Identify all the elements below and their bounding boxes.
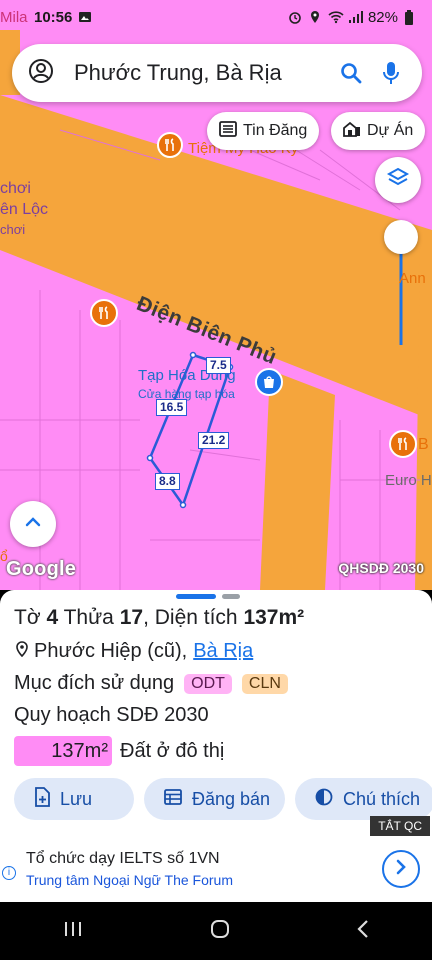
pin-icon [16,640,28,663]
map-label-left-1: chơi [0,180,31,197]
location-icon [308,10,322,24]
area-label: , Diện tích [143,606,238,629]
restaurant-pin-icon[interactable] [157,132,183,158]
account-icon[interactable] [28,58,54,89]
recent-apps-icon[interactable] [62,919,84,944]
back-icon[interactable] [356,918,370,945]
purpose-badge-cln: CLN [241,673,288,694]
listings-chip[interactable]: Tin Đăng [207,112,320,150]
dimension-top: 7.5 [206,357,231,374]
building-icon [343,121,361,142]
parcel-location: Phước Hiệp (cũ), Bà Rịa [16,640,253,663]
projects-chip-label: Dự Án [367,122,414,139]
ad-open-button[interactable] [382,850,420,888]
contrast-icon [315,788,333,811]
system-nav-bar [0,902,432,960]
carrier-fragment: Mila [0,9,28,26]
shopping-bag-pin-icon[interactable] [255,368,283,396]
close-ad-button[interactable]: TẮT QC [370,816,430,836]
signal-icon [348,10,363,24]
road-south [260,370,335,590]
dimension-bottom: 8.8 [155,473,180,490]
battery-icon [404,10,418,25]
plan-area-type: Đất ở đô thị [120,739,225,762]
poi-right-top-label[interactable]: Ann [399,270,426,287]
purpose-badge-odt: ODT [184,673,232,694]
microphone-icon[interactable] [376,58,406,88]
chevron-up-icon [24,515,42,533]
status-bar: Mila 10:56 82% [0,0,432,34]
legend-button-label: Chú thích [343,788,421,809]
battery-percent: 82% [367,8,398,26]
ad-banner[interactable]: i Tổ chức dạy IELTS số 1VN Trung tâm Ngo… [0,836,432,902]
zoom-slider-knob[interactable] [384,220,418,254]
parcel-area: 137m² [243,606,305,629]
wifi-icon [328,10,344,24]
post-sale-button-label: Đăng bán [192,788,271,809]
ad-headline: Tổ chức dạy IELTS số 1VN [26,850,220,867]
plan-area-row: 137m² Đất ở đô thị [14,736,224,766]
legend-button[interactable]: Chú thích [295,778,432,820]
ad-info-icon[interactable]: i [2,866,16,880]
gallery-icon [78,10,92,24]
action-buttons: Lưu Đăng bán Chú thích [14,778,432,820]
parcel-label: Thửa [63,606,114,629]
sheet-handle-active[interactable] [176,594,216,599]
restaurant-pin-icon-3[interactable] [389,430,417,458]
home-icon[interactable] [209,918,231,945]
expand-button[interactable] [10,501,56,547]
search-icon[interactable] [336,58,366,88]
location-link[interactable]: Bà Rịa [193,640,253,663]
purpose-label: Mục đích sử dụng [14,672,175,694]
sheet-number: 4 [46,606,59,629]
layers-button[interactable] [375,157,421,203]
plan-area-swatch: 137m² [14,736,112,766]
parcel-info-sheet: Tờ 4 Thửa 17, Diện tích 137m² Phước Hiệp… [0,590,432,836]
sheet-handle[interactable] [222,594,240,599]
save-button-label: Lưu [60,788,93,809]
restaurant-pin-icon-2[interactable] [90,299,118,327]
listings-chip-label: Tin Đăng [243,122,308,139]
add-document-icon [34,786,50,812]
search-query[interactable]: Phước Trung, Bà Rịa [74,60,326,86]
dimension-right: 21.2 [198,432,230,449]
poi-right-letter[interactable]: B [418,436,429,454]
land-use-purpose: Mục đích sử dụng ODT CLN [14,672,288,695]
projects-chip[interactable]: Dự Án [331,112,426,150]
table-icon [164,788,182,810]
plan-label: Quy hoạch SDĐ 2030 [14,704,209,726]
dimension-left: 16.5 [156,399,188,416]
map-label-left-2: ên Lộc [0,201,49,218]
save-button[interactable]: Lưu [14,778,134,820]
map-label-left-3: chơi [0,222,26,237]
poi-euro-label[interactable]: Euro H [385,472,432,489]
google-logo: Google [6,558,77,580]
map-label-left-top [0,44,4,60]
sheet-label: Tờ [14,606,41,629]
parcel-title: Tờ 4 Thửa 17, Diện tích 137m² [14,606,304,630]
post-sale-button[interactable]: Đăng bán [144,778,285,820]
map-layer-tag: QHSDĐ 2030 [338,560,424,576]
chevron-right-icon [395,858,407,881]
layers-icon [386,166,410,195]
ad-subline: Trung tâm Ngoại Ngữ The Forum [26,872,234,888]
search-bar[interactable]: Phước Trung, Bà Rịa [12,44,422,102]
status-time: 10:56 [34,8,73,26]
parcel-number: 17 [119,606,144,629]
location-text: Phước Hiệp (cũ), [34,640,188,662]
list-icon [219,120,237,142]
alarm-icon [288,10,302,24]
